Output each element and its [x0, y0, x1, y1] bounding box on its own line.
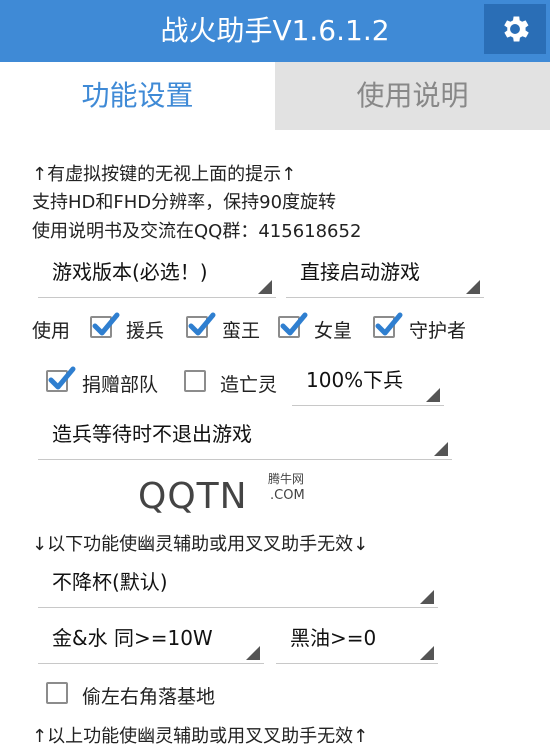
reinforcements-checkbox[interactable]: [90, 312, 120, 338]
checkmark-icon: [188, 312, 216, 336]
donate-troops-label: 捐赠部队: [82, 374, 159, 396]
launch-mode-value: 直接启动游戏: [300, 260, 420, 284]
troop-percent-value: 100%下兵: [306, 368, 404, 392]
barbarian-king-label: 蛮王: [222, 320, 261, 342]
dropdown-arrow-icon: [420, 646, 434, 660]
warning-above: ↑以上功能使幽灵辅助或用叉叉助手无效↑: [32, 726, 369, 747]
dropdown-arrow-icon: [434, 442, 448, 456]
use-label: 使用: [32, 320, 71, 342]
trophy-mode-value: 不降杯(默认): [52, 570, 168, 594]
checkmark-icon: [92, 312, 120, 336]
checkmark-icon: [375, 312, 403, 336]
undead-label: 造亡灵: [220, 374, 278, 396]
queen-label: 女皇: [314, 320, 353, 342]
dark-oil-value: 黑油>=0: [290, 626, 377, 650]
guardian-checkbox[interactable]: [373, 312, 403, 338]
queen-checkbox[interactable]: [278, 312, 308, 338]
dropdown-arrow-icon: [466, 280, 480, 294]
checkmark-icon: [280, 312, 308, 336]
checkmark-icon: [48, 366, 76, 390]
dropdown-arrow-icon: [258, 280, 272, 294]
watermark-domain: .COM: [270, 488, 305, 503]
launch-mode-select[interactable]: 直接启动游戏: [286, 252, 484, 298]
virtual-keys-note: ↑有虚拟按键的无视上面的提示↑: [32, 164, 297, 185]
troop-percent-select[interactable]: 100%下兵: [292, 360, 444, 406]
wait-mode-value: 造兵等待时不退出游戏: [52, 422, 252, 446]
watermark-text: QQTN: [138, 476, 248, 517]
settings-button[interactable]: [484, 4, 546, 54]
dark-oil-select[interactable]: 黑油>=0: [276, 618, 438, 664]
guardian-label: 守护者: [409, 320, 467, 342]
donate-troops-checkbox[interactable]: [46, 366, 76, 392]
gold-water-value: 金&水 同>=10W: [52, 626, 213, 650]
wait-mode-select[interactable]: 造兵等待时不退出游戏: [38, 414, 452, 460]
barbarian-king-checkbox[interactable]: [186, 312, 216, 338]
gold-water-select[interactable]: 金&水 同>=10W: [38, 618, 264, 664]
app-title: 战火助手V1.6.1.2: [160, 14, 390, 47]
qq-group-note: 使用说明书及交流在QQ群：415618652: [32, 221, 362, 242]
tab-instructions[interactable]: 使用说明: [275, 62, 550, 130]
tab-bar: 功能设置 使用说明: [0, 62, 550, 130]
watermark-subtext: 腾牛网: [268, 472, 305, 486]
gear-icon: [504, 16, 529, 42]
undead-checkbox[interactable]: [184, 370, 206, 392]
steal-corner-label: 偷左右角落基地: [82, 686, 216, 708]
dropdown-arrow-icon: [246, 646, 260, 660]
trophy-mode-select[interactable]: 不降杯(默认): [38, 562, 438, 608]
dropdown-arrow-icon: [426, 388, 440, 402]
warning-below: ↓以下功能使幽灵辅助或用叉叉助手无效↓: [32, 534, 369, 555]
resolution-note: 支持HD和FHD分辨率，保持90度旋转: [32, 192, 337, 213]
tab-settings[interactable]: 功能设置: [0, 62, 275, 130]
dropdown-arrow-icon: [420, 590, 434, 604]
reinforcements-label: 援兵: [126, 320, 165, 342]
game-version-select[interactable]: 游戏版本(必选！): [38, 252, 276, 298]
game-version-value: 游戏版本(必选！): [52, 260, 208, 284]
watermark-logo: QQTN 腾牛网 .COM: [138, 470, 328, 518]
steal-corner-checkbox[interactable]: [46, 682, 68, 704]
